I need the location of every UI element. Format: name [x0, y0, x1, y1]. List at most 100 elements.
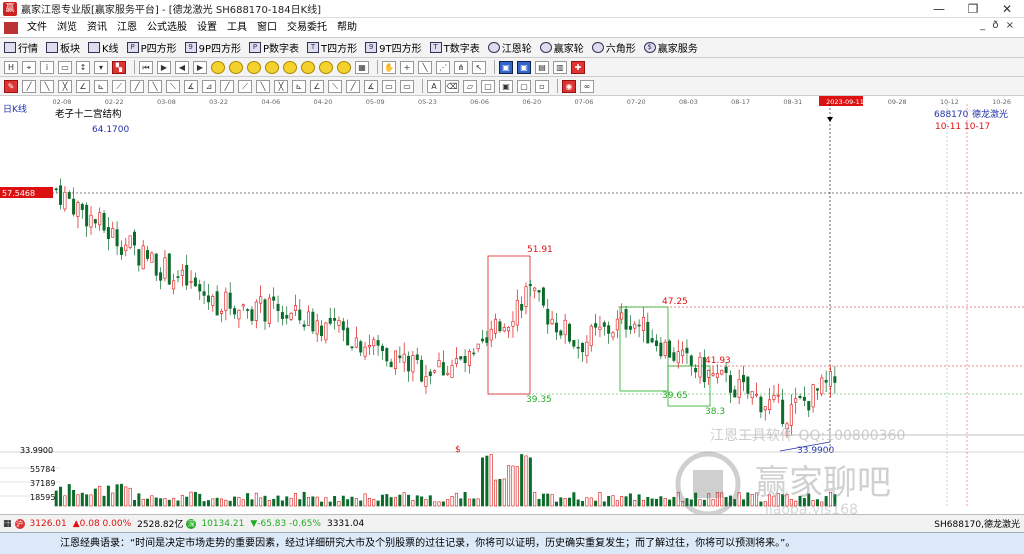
copy-icon[interactable]: ▣	[499, 79, 513, 93]
save-icon[interactable]: ▣	[499, 60, 513, 74]
cursor-icon[interactable]: ↖	[472, 60, 486, 74]
line-icon-10[interactable]: ∡	[184, 79, 198, 93]
menu-formula[interactable]: 公式选股	[142, 18, 192, 38]
maximize-button[interactable]: ❐	[956, 0, 990, 18]
candle-body	[106, 227, 110, 240]
rect-icon-2[interactable]: ▭	[400, 79, 414, 93]
gann-tool-icon-2[interactable]	[229, 60, 243, 74]
nav-service[interactable]: $ 赢家服务	[640, 40, 702, 55]
kline-chart[interactable]: 02-08 02-22 03-08 03-22 04-06 04-20 05-09 05-23…	[0, 96, 1024, 514]
candle-body	[654, 340, 658, 346]
mdi-controls[interactable]: _ ð ×	[980, 20, 1016, 31]
nav-quotes[interactable]: 行情	[0, 40, 42, 55]
play-icon[interactable]: ▶	[157, 60, 171, 74]
fan-tool-icon[interactable]: ⋰	[436, 60, 450, 74]
zoom-icon[interactable]: ⌖	[22, 60, 36, 74]
line-icon-17[interactable]: ∠	[310, 79, 324, 93]
grid-tool-icon[interactable]: ▦	[355, 60, 369, 74]
line-icon-19[interactable]: ╱	[346, 79, 360, 93]
menu-news[interactable]: 资讯	[82, 18, 112, 38]
line-icon-13[interactable]: ⟋	[238, 79, 252, 93]
line-icon-8[interactable]: ╲	[148, 79, 162, 93]
line-icon-3[interactable]: ╳	[58, 79, 72, 93]
chart-icon[interactable]: ▥	[553, 60, 567, 74]
gann-tool-icon-6[interactable]	[301, 60, 315, 74]
square-tool-icon[interactable]: ▫	[535, 79, 549, 93]
line-icon-18[interactable]: ⟍	[328, 79, 342, 93]
volume-bar	[293, 493, 297, 507]
candle-body	[59, 185, 63, 205]
next-icon[interactable]: ▶	[193, 60, 207, 74]
nav-t-table[interactable]: T T数字表	[426, 40, 484, 55]
marker-icon[interactable]: ▾	[94, 60, 108, 74]
gann-tool-icon-3[interactable]	[247, 60, 261, 74]
watermark-brand: 赢家聊吧	[755, 463, 891, 503]
box-icon[interactable]: ▢	[517, 79, 531, 93]
layout-icon[interactable]: H	[4, 60, 18, 74]
line-icon-1[interactable]: ╱	[22, 79, 36, 93]
info-icon[interactable]: i	[40, 60, 54, 74]
nav-p-table[interactable]: P P数字表	[245, 40, 303, 55]
pitchfork-icon[interactable]: ⋔	[454, 60, 468, 74]
menu-tools[interactable]: 工具	[222, 18, 252, 38]
page-icon[interactable]: ▭	[58, 60, 72, 74]
nav-winner-wheel[interactable]: 赢家轮	[536, 40, 588, 55]
line-icon-4[interactable]: ∠	[76, 79, 90, 93]
nav-t-square[interactable]: T T四方形	[303, 40, 361, 55]
nav-hexagon[interactable]: 六角形	[588, 40, 640, 55]
line-icon-15[interactable]: ╳	[274, 79, 288, 93]
color-wheel-icon[interactable]: ◉	[562, 79, 576, 93]
flag-icon[interactable]: ▚	[112, 60, 126, 74]
line-icon-12[interactable]: ╱	[220, 79, 234, 93]
menu-browse[interactable]: 浏览	[52, 18, 82, 38]
menu-gann[interactable]: 江恩	[112, 18, 142, 38]
rect-icon[interactable]: ▭	[382, 79, 396, 93]
line-icon-20[interactable]: ∡	[364, 79, 378, 93]
scroll-icon[interactable]: ↕	[76, 60, 90, 74]
minimize-button[interactable]: —	[922, 0, 956, 18]
menu-settings[interactable]: 设置	[192, 18, 222, 38]
line-icon-6[interactable]: ⟋	[112, 79, 126, 93]
calculator-icon[interactable]: ▦	[0, 519, 15, 529]
lock-icon[interactable]: ▢	[481, 79, 495, 93]
infinity-icon[interactable]: ∞	[580, 79, 594, 93]
eraser-icon[interactable]: ▱	[463, 79, 477, 93]
line-icon-7[interactable]: ╱	[130, 79, 144, 93]
report-icon[interactable]: ▤	[535, 60, 549, 74]
gann-tool-icon-4[interactable]	[265, 60, 279, 74]
disk-icon[interactable]: ▣	[517, 60, 531, 74]
gann-tool-icon-8[interactable]	[337, 60, 351, 74]
gann-tool-icon-5[interactable]	[283, 60, 297, 74]
menu-help[interactable]: 帮助	[332, 18, 362, 38]
nav-9p-square[interactable]: 9 9P四方形	[181, 40, 245, 55]
crosshair-icon[interactable]: +	[400, 60, 414, 74]
candle-body	[441, 362, 445, 376]
settings-icon[interactable]: ✚	[571, 60, 585, 74]
line-icon-2[interactable]: ╲	[40, 79, 54, 93]
line-icon-5[interactable]: ⊾	[94, 79, 108, 93]
candle-body	[524, 286, 528, 307]
menu-trade[interactable]: 交易委托	[282, 18, 332, 38]
gann-tool-icon-1[interactable]	[211, 60, 225, 74]
close-button[interactable]: ✕	[990, 0, 1024, 18]
line-tool-icon[interactable]: ╲	[418, 60, 432, 74]
menu-file[interactable]: 文件	[22, 18, 52, 38]
volume-bar	[193, 491, 197, 507]
gann-tool-icon-7[interactable]	[319, 60, 333, 74]
nav-p-square[interactable]: P P四方形	[123, 40, 181, 55]
nav-9t-square[interactable]: 9 9T四方形	[361, 40, 425, 55]
line-icon-11[interactable]: ⊿	[202, 79, 216, 93]
draw-icon[interactable]: ✎	[4, 79, 18, 93]
line-icon-16[interactable]: ⊾	[292, 79, 306, 93]
hand-icon[interactable]: ✋	[382, 60, 396, 74]
text-icon[interactable]: A	[427, 79, 441, 93]
back-icon[interactable]: ◀	[175, 60, 189, 74]
delete-icon[interactable]: ⌫	[445, 79, 459, 93]
line-icon-14[interactable]: ╲	[256, 79, 270, 93]
line-icon-9[interactable]: ⟍	[166, 79, 180, 93]
nav-kline[interactable]: K线	[84, 40, 123, 55]
first-bar-icon[interactable]: ⏮	[139, 60, 153, 74]
nav-sectors[interactable]: 板块	[42, 40, 84, 55]
nav-gann-wheel[interactable]: 江恩轮	[484, 40, 536, 55]
menu-window[interactable]: 窗口	[252, 18, 282, 38]
